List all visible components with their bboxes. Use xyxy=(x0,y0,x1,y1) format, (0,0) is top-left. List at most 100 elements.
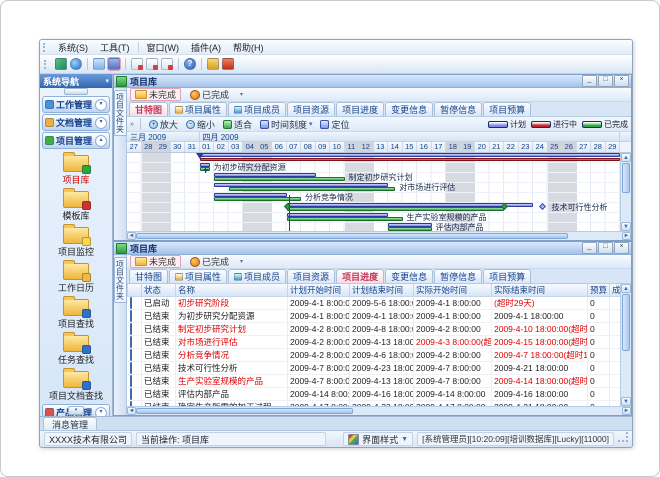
filter-tab-未完成[interactable]: 未完成 xyxy=(130,88,181,101)
gantt-side-tab[interactable]: 项目文件夹 xyxy=(114,88,127,240)
help-icon[interactable]: ? xyxy=(184,58,196,70)
table-row[interactable]: 已启动初步研究阶段2009-4-1 8:00:002009-5-6 18:00:… xyxy=(128,297,621,310)
scrollbar-thumb[interactable] xyxy=(622,294,630,351)
table-vertical-scrollbar[interactable]: ▲ ▼ xyxy=(620,284,631,406)
folder-icon[interactable] xyxy=(93,58,105,70)
gantt-bar-done[interactable] xyxy=(214,177,345,181)
column-header-计划开始时间[interactable]: 计划开始时间 xyxy=(288,284,350,297)
globe-icon[interactable] xyxy=(70,58,82,70)
sidebar-item-工作日历[interactable]: 工作日历 xyxy=(58,260,94,294)
table-row[interactable]: 已结束对市场进行评估2009-4-2 8:00:002009-4-13 18:0… xyxy=(128,336,621,349)
report-open-icon[interactable] xyxy=(146,58,158,70)
gantt-toolbar-时间刻度[interactable]: 时间刻度▾ xyxy=(258,118,315,131)
chevron-down-icon[interactable]: ▾ xyxy=(95,117,107,129)
table-side-tab[interactable]: 项目文件夹 xyxy=(114,255,127,415)
scrollbar-thumb[interactable] xyxy=(136,408,353,414)
column-header-预算[interactable]: 预算 xyxy=(588,284,610,297)
gantt-toolbar-缩小[interactable]: −缩小 xyxy=(184,118,217,131)
scroll-right-icon[interactable]: ► xyxy=(622,407,631,415)
gantt-toolbar-适合[interactable]: 适合 xyxy=(221,118,254,131)
tab-项目资源[interactable]: 项目资源 xyxy=(287,269,335,283)
minimize-button[interactable]: _ xyxy=(582,75,597,87)
menu-item[interactable]: 插件(A) xyxy=(185,40,227,55)
scroll-down-icon[interactable]: ▼ xyxy=(621,397,631,406)
table-row[interactable]: 已结束评估内部产品2009-4-14 8:00:002009-4-16 18:0… xyxy=(128,388,621,401)
tab-甘特图[interactable]: 甘特图 xyxy=(129,102,168,116)
resize-grip[interactable] xyxy=(618,432,628,442)
gantt-bar-done[interactable] xyxy=(229,187,396,191)
tab-项目属性[interactable]: 项目属性 xyxy=(169,102,227,116)
column-header-icon[interactable] xyxy=(128,284,142,297)
chevron-down-icon[interactable]: ▾ xyxy=(240,91,243,98)
tab-项目进度[interactable]: 项目进度 xyxy=(336,269,384,283)
tab-变更信息[interactable]: 变更信息 xyxy=(385,269,433,283)
sidebar-item-任务查找[interactable]: 任务查找 xyxy=(58,332,94,366)
ui-style-selector[interactable]: 界面样式 ▼ xyxy=(343,432,413,446)
column-header-名称[interactable]: 名称 xyxy=(176,284,288,297)
close-button[interactable]: × xyxy=(614,75,629,87)
scroll-up-icon[interactable]: ▲ xyxy=(621,284,631,293)
tab-变更信息[interactable]: 变更信息 xyxy=(385,102,433,116)
column-header-实际结束时间[interactable]: 实际结束时间 xyxy=(492,284,588,297)
tab-项目成员[interactable]: 项目成员 xyxy=(228,102,286,116)
table-row[interactable]: 已结束为初步研究分配资源2009-4-1 8:00:002009-4-1 18:… xyxy=(128,310,621,323)
lock-icon[interactable] xyxy=(207,58,219,70)
table-horizontal-scrollbar[interactable]: ◄ ► xyxy=(127,406,631,415)
table-row[interactable]: 已结束技术可行性分析2009-4-7 8:00:002009-4-23 18:0… xyxy=(128,362,621,375)
gantt-bar-done[interactable] xyxy=(214,197,301,201)
network-icon[interactable] xyxy=(55,58,67,70)
scroll-left-icon[interactable]: ◄ xyxy=(127,232,136,240)
gantt-toolbar-定位[interactable]: 定位 xyxy=(318,118,351,131)
gantt-bar-done[interactable] xyxy=(287,217,403,221)
maximize-button[interactable]: □ xyxy=(598,242,613,254)
sidebar-section-工作管理[interactable]: 工作管理▾ xyxy=(42,96,110,113)
sidebar-item-项目查找[interactable]: 项目查找 xyxy=(58,296,94,330)
exit-icon[interactable] xyxy=(222,58,234,70)
column-header-计划结束时间[interactable]: 计划结束时间 xyxy=(350,284,414,297)
gantt-bar-done[interactable] xyxy=(287,207,505,211)
sidebar-overflow-button[interactable]: ▾ xyxy=(68,406,84,415)
tab-项目预算[interactable]: 项目预算 xyxy=(483,102,531,116)
filter-tab-已完成[interactable]: 已完成 xyxy=(185,255,234,268)
gantt-horizontal-scrollbar[interactable]: ◄ ► xyxy=(127,231,631,240)
tab-项目进度[interactable]: 项目进度 xyxy=(336,102,384,116)
chevron-down-icon[interactable]: ▴ xyxy=(95,135,107,147)
sidebar-item-项目库[interactable]: 项目库 xyxy=(62,152,89,186)
maximize-button[interactable]: □ xyxy=(598,75,613,87)
gantt-bar-done[interactable] xyxy=(388,227,432,231)
menu-item[interactable]: 工具(T) xyxy=(94,40,136,55)
close-button[interactable]: × xyxy=(614,242,629,254)
tab-项目属性[interactable]: 项目属性 xyxy=(169,269,227,283)
scroll-down-icon[interactable]: ▼ xyxy=(621,222,631,231)
scrollbar-thumb[interactable] xyxy=(136,233,568,239)
scroll-up-icon[interactable]: ▲ xyxy=(621,153,631,162)
sidebar-section-文档管理[interactable]: 文档管理▾ xyxy=(42,114,110,131)
tab-项目成员[interactable]: 项目成员 xyxy=(228,269,286,283)
sidebar-collapse-button[interactable] xyxy=(40,88,112,95)
report-new-icon[interactable] xyxy=(131,58,143,70)
filter-tab-已完成[interactable]: 已完成 xyxy=(185,88,234,101)
column-header-状态[interactable]: 状态 xyxy=(142,284,176,297)
table-row[interactable]: 已结束分析竞争情况2009-4-2 8:00:002009-4-6 18:00:… xyxy=(128,349,621,362)
scroll-left-icon[interactable]: ◄ xyxy=(127,407,136,415)
tab-项目资源[interactable]: 项目资源 xyxy=(287,102,335,116)
chevron-down-icon[interactable]: ▾ xyxy=(95,99,107,111)
filter-tab-未完成[interactable]: 未完成 xyxy=(130,255,181,268)
menu-item[interactable]: 系统(S) xyxy=(52,40,94,55)
chevron-down-icon[interactable]: ▾ xyxy=(95,407,107,417)
gantt-bar-progress[interactable] xyxy=(200,158,621,161)
gantt-bar-plan[interactable] xyxy=(200,153,621,157)
column-header-实际开始时间[interactable]: 实际开始时间 xyxy=(414,284,492,297)
menu-item[interactable]: 窗口(W) xyxy=(141,40,186,55)
gantt-toolbar-放大[interactable]: +放大 xyxy=(147,118,180,131)
sidebar-section-项目管理[interactable]: 项目管理▴ xyxy=(42,132,110,149)
sidebar-item-项目监控[interactable]: 项目监控 xyxy=(58,224,94,258)
sidebar-header-button[interactable]: ▾ xyxy=(105,77,109,85)
column-header-成[interactable]: 成 xyxy=(610,284,621,297)
tab-message-management[interactable]: 消息管理 xyxy=(43,417,97,430)
tab-甘特图[interactable]: 甘特图 xyxy=(129,269,168,283)
table-row[interactable]: 已结束制定初步研究计划2009-4-2 8:00:002009-4-8 18:0… xyxy=(128,323,621,336)
chevron-down-icon[interactable]: ▾ xyxy=(240,258,243,265)
gantt-vertical-scrollbar[interactable]: ▲ ▼ xyxy=(620,153,631,231)
sidebar-item-模板库[interactable]: 模板库 xyxy=(62,188,89,222)
